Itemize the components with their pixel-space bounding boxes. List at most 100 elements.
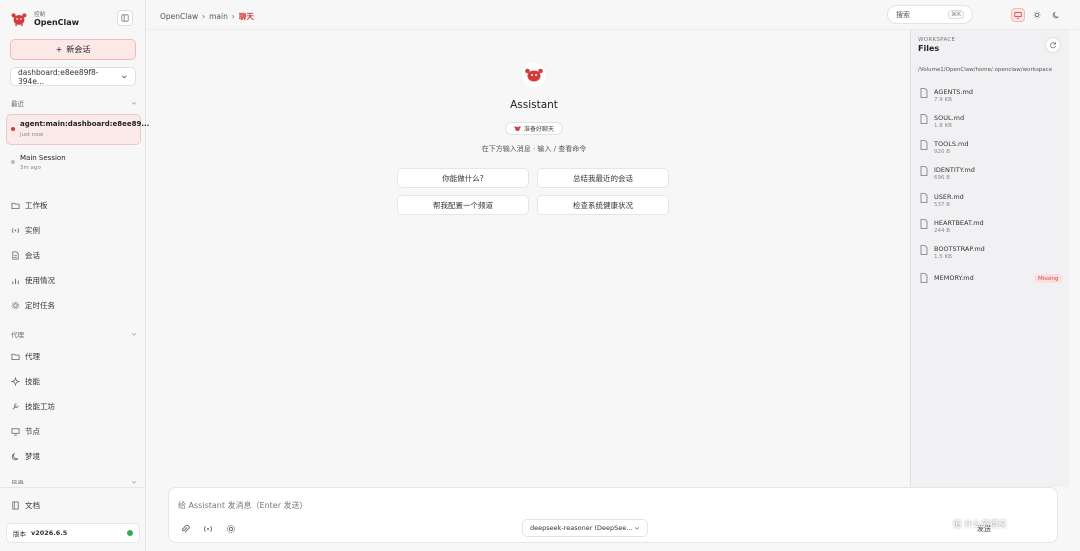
file-name: AGENTS.md <box>934 88 973 96</box>
suggestion-button[interactable]: 帮我配置一个频道 <box>397 195 529 215</box>
suggestion-button[interactable]: 检查系统健康状况 <box>537 195 669 215</box>
theme-dark-button[interactable] <box>1049 8 1063 22</box>
moon-icon <box>1052 11 1059 19</box>
chevron-down-icon <box>131 102 137 105</box>
broadcast-icon[interactable] <box>203 524 213 534</box>
search-input[interactable]: 搜索 ⌘K <box>887 5 973 24</box>
nav-label: 代理 <box>25 351 40 361</box>
theme-light-button[interactable] <box>1030 8 1044 22</box>
moon-icon <box>11 452 19 460</box>
nav-label: 会话 <box>25 250 40 260</box>
suggestion-button[interactable]: 总结我最近的会话 <box>537 168 669 188</box>
session-item[interactable]: Main Session 3m ago <box>6 150 141 178</box>
new-chat-button[interactable]: + 新会话 <box>10 39 136 60</box>
file-icon <box>920 140 928 150</box>
brand-name: OpenClaw <box>34 18 80 27</box>
workspace-panel: WORKSPACE Files /Volume1/OpenClaw/home/.… <box>910 30 1069 487</box>
suggestion-button[interactable]: 你能做什么? <box>397 168 529 188</box>
chevron-down-icon <box>634 527 640 530</box>
monitor-icon <box>1014 12 1022 19</box>
file-size: 696 B <box>934 175 951 181</box>
openclaw-logo-icon <box>11 13 27 27</box>
session-title: Main Session <box>20 154 66 162</box>
agent-section-header[interactable]: 代理 <box>11 329 137 339</box>
nav-label: 定时任务 <box>25 300 55 310</box>
file-name: USER.md <box>934 193 964 201</box>
session-dot-icon <box>11 160 15 164</box>
session-item-active[interactable]: agent:main:dashboard:e8ee89... just now <box>6 114 149 145</box>
composer: 给 Assistant 发消息（Enter 发送） deepseek-reaso… <box>168 487 1058 543</box>
file-item[interactable]: AGENTS.md 7.9 KB <box>920 88 973 103</box>
model-select-value: deepseek-reasoner (DeepSee... <box>530 524 633 532</box>
settings-section-header[interactable]: 设置 <box>11 480 137 485</box>
nav-item-skills[interactable]: 技能 <box>11 375 40 387</box>
recent-section-header[interactable]: 最近 <box>11 98 137 108</box>
nav-item-nodes[interactable]: 节点 <box>11 425 40 437</box>
session-select[interactable]: dashboard:e8ee89f8-394e... <box>10 67 136 86</box>
file-item[interactable]: MEMORY.md <box>920 273 974 283</box>
breadcrumb-separator-icon: › <box>202 12 206 21</box>
sun-icon <box>1033 11 1041 19</box>
breadcrumb-item[interactable]: main <box>209 12 228 21</box>
settings-section-label: 设置 <box>11 480 24 485</box>
nav-item-cron[interactable]: 定时任务 <box>11 299 55 311</box>
topbar: OpenClaw › main › 聊天 搜索 ⌘K <box>147 0 1080 30</box>
brand-subtitle: 控制 <box>34 12 46 18</box>
nav-item-workboard[interactable]: 工作板 <box>11 199 48 211</box>
divider <box>0 487 146 488</box>
file-item[interactable]: BOOTSTRAP.md 1.5 KB <box>920 245 985 260</box>
breadcrumb-current: 聊天 <box>238 12 254 21</box>
chevron-down-icon <box>131 333 137 336</box>
file-size: 1.8 KB <box>934 123 952 129</box>
workspace-path: /Volume1/OpenClaw/home/.openclaw/workspa… <box>918 67 1053 73</box>
nav-item-skill-workshop[interactable]: 技能工坊 <box>11 400 55 412</box>
file-icon <box>920 166 928 176</box>
model-select[interactable]: deepseek-reasoner (DeepSee... <box>522 519 648 537</box>
nav-item-usage[interactable]: 使用情况 <box>11 274 55 286</box>
nav-item-instances[interactable]: 实例 <box>11 224 40 236</box>
nav-label: 使用情况 <box>25 275 55 285</box>
file-item[interactable]: SOUL.md 1.8 KB <box>920 114 964 129</box>
session-time: just now <box>20 132 44 138</box>
file-icon <box>920 193 928 203</box>
file-item[interactable]: TOOLS.md 920 B <box>920 140 968 155</box>
settings-icon[interactable] <box>226 524 236 534</box>
breadcrumb-item[interactable]: OpenClaw <box>160 12 198 21</box>
book-icon <box>12 500 19 510</box>
file-size: 920 B <box>934 149 951 155</box>
file-size: 7.9 KB <box>934 97 952 103</box>
monitor-icon <box>11 427 20 436</box>
nav-item-sessions[interactable]: 会话 <box>11 249 40 261</box>
file-item[interactable]: IDENTITY.md 696 B <box>920 166 975 181</box>
message-input[interactable]: 给 Assistant 发消息（Enter 发送） <box>178 500 308 511</box>
theme-system-button[interactable] <box>1011 8 1025 22</box>
session-time: 3m ago <box>20 165 41 171</box>
sidebar-collapse-button[interactable] <box>117 10 133 26</box>
document-icon <box>12 250 19 260</box>
file-item[interactable]: USER.md 537 B <box>920 193 964 208</box>
files-title: Files <box>918 44 940 53</box>
paperclip-icon[interactable] <box>180 524 190 534</box>
claw-icon <box>514 126 521 131</box>
sidebar: 控制 OpenClaw + 新会话 dashboard:e8ee89f8-394… <box>0 0 149 551</box>
gear-icon <box>11 301 20 309</box>
file-size: 1.5 KB <box>934 254 952 260</box>
nav-item-docs[interactable]: 文档 <box>11 499 40 511</box>
breadcrumb-separator-icon: › <box>231 12 235 21</box>
session-select-value: dashboard:e8ee89f8-394e... <box>18 67 99 86</box>
nav-label: 实例 <box>25 225 40 235</box>
refresh-button[interactable] <box>1045 37 1061 53</box>
assistant-title: Assistant <box>510 99 558 111</box>
watermark-text: 值 什么值得买 <box>953 520 1007 530</box>
sparkle-icon <box>11 376 20 386</box>
nav-item-dreams[interactable]: 梦境 <box>11 450 40 462</box>
nav-item-agents[interactable]: 代理 <box>11 350 40 362</box>
workspace-label: WORKSPACE <box>918 37 956 43</box>
status-badge-label: 准备好聊天 <box>523 126 554 133</box>
watermark: 值 什么值得买 <box>953 518 1007 530</box>
refresh-icon <box>1050 42 1056 49</box>
active-dot-icon <box>11 127 15 131</box>
chevron-down-icon <box>122 75 127 79</box>
file-item[interactable]: HEARTBEAT.md 244 B <box>920 219 984 234</box>
version-label: 版本 <box>13 530 26 538</box>
